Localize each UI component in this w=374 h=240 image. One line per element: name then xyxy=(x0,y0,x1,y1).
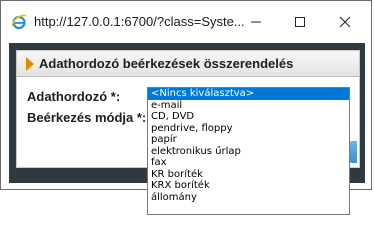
minimize-button[interactable] xyxy=(241,9,271,35)
dropdown-option[interactable]: KR boríték xyxy=(148,169,349,181)
dropdown-option[interactable]: állomány xyxy=(148,192,349,204)
arrow-right-icon xyxy=(26,57,34,71)
maximize-icon xyxy=(294,16,306,28)
dropdown-option[interactable]: pendrive, floppy xyxy=(148,123,349,135)
dropdown-option[interactable]: e-mail xyxy=(148,100,349,112)
dropdown-option[interactable]: CD, DVD xyxy=(148,111,349,123)
dropdown-option[interactable]: papír xyxy=(148,134,349,146)
close-icon xyxy=(339,16,351,28)
dropdown-option[interactable]: elektronikus űrlap xyxy=(148,146,349,158)
dropdown-option[interactable]: <Nincs kiválasztva> xyxy=(148,88,349,100)
arrival-mode-label: Beérkezés módja *: xyxy=(27,110,147,125)
panel-header: Adathordozó beérkezések összerendelés xyxy=(17,51,359,77)
dropdown-option[interactable]: KRX boríték xyxy=(148,180,349,192)
minimize-icon xyxy=(250,16,262,28)
internet-explorer-icon xyxy=(11,14,27,30)
dropdown-option[interactable]: fax xyxy=(148,157,349,169)
media-label: Adathordozó *: xyxy=(27,89,121,104)
action-button-partial[interactable] xyxy=(349,141,357,163)
window-title: http://127.0.0.1:6700/?class=Syste... xyxy=(34,14,245,29)
close-button[interactable] xyxy=(330,9,360,35)
media-dropdown-list[interactable]: <Nincs kiválasztva> e-mail CD, DVD pendr… xyxy=(147,87,350,215)
maximize-button[interactable] xyxy=(285,9,315,35)
title-bar[interactable]: http://127.0.0.1:6700/?class=Syste... xyxy=(1,1,371,43)
panel-title: Adathordozó beérkezések összerendelés xyxy=(39,56,294,71)
